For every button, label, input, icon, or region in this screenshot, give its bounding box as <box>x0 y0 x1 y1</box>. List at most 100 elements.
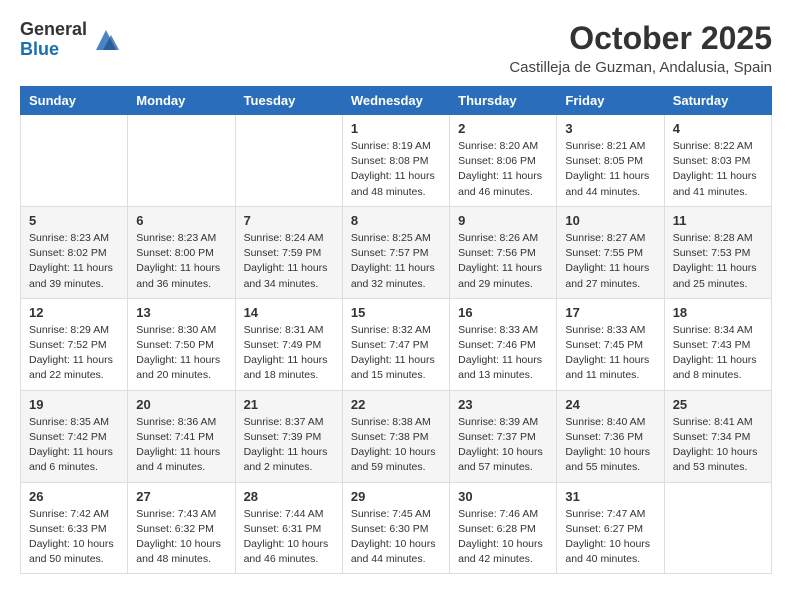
calendar-week-row: 1 Sunrise: 8:19 AM Sunset: 8:08 PM Daylig… <box>21 115 772 207</box>
day-info: Sunrise: 8:26 AM Sunset: 7:56 PM Dayligh… <box>458 231 548 292</box>
calendar-cell <box>21 115 128 207</box>
calendar-cell: 27 Sunrise: 7:43 AM Sunset: 6:32 PM Dayli… <box>128 482 235 574</box>
calendar-cell: 26Sunrise: 7:42 AM Sunset: 6:33 PM Dayli… <box>21 482 128 574</box>
page-header: General Blue October 2025 Castilleja de … <box>20 20 772 76</box>
day-info: Sunrise: 8:34 AM Sunset: 7:43 PM Dayligh… <box>673 323 763 384</box>
calendar-cell: 5 Sunrise: 8:23 AM Sunset: 8:02 PM Daylig… <box>21 206 128 298</box>
day-info: Sunrise: 8:28 AM Sunset: 7:53 PM Dayligh… <box>673 231 763 292</box>
day-number: 18 <box>673 305 763 320</box>
day-info: Sunrise: 8:30 AM Sunset: 7:50 PM Dayligh… <box>136 323 226 384</box>
calendar-cell: 8 Sunrise: 8:25 AM Sunset: 7:57 PM Daylig… <box>342 206 449 298</box>
calendar-cell: 1 Sunrise: 8:19 AM Sunset: 8:08 PM Daylig… <box>342 115 449 207</box>
day-number: 19 <box>29 397 119 412</box>
day-number: 26 <box>29 489 119 504</box>
title-block: October 2025 Castilleja de Guzman, Andal… <box>509 20 772 76</box>
day-number: 30 <box>458 489 548 504</box>
day-number: 16 <box>458 305 548 320</box>
day-info: Sunrise: 8:21 AM Sunset: 8:05 PM Dayligh… <box>565 139 655 200</box>
calendar-week-row: 12Sunrise: 8:29 AM Sunset: 7:52 PM Dayli… <box>21 298 772 390</box>
day-info: Sunrise: 8:33 AM Sunset: 7:45 PM Dayligh… <box>565 323 655 384</box>
calendar-cell: 16 Sunrise: 8:33 AM Sunset: 7:46 PM Dayli… <box>450 298 557 390</box>
day-info: Sunrise: 8:23 AM Sunset: 8:00 PM Dayligh… <box>136 231 226 292</box>
calendar-cell: 6Sunrise: 8:23 AM Sunset: 8:00 PM Daylig… <box>128 206 235 298</box>
calendar-cell: 24 Sunrise: 8:40 AM Sunset: 7:36 PM Dayli… <box>557 390 664 482</box>
weekday-header-sunday: Sunday <box>21 87 128 115</box>
day-info: Sunrise: 8:29 AM Sunset: 7:52 PM Dayligh… <box>29 323 119 384</box>
day-number: 27 <box>136 489 226 504</box>
location-title: Castilleja de Guzman, Andalusia, Spain <box>509 59 772 76</box>
day-info: Sunrise: 8:33 AM Sunset: 7:46 PM Dayligh… <box>458 323 548 384</box>
day-info: Sunrise: 8:36 AM Sunset: 7:41 PM Dayligh… <box>136 415 226 476</box>
calendar-cell: 7Sunrise: 8:24 AM Sunset: 7:59 PM Daylig… <box>235 206 342 298</box>
day-info: Sunrise: 8:27 AM Sunset: 7:55 PM Dayligh… <box>565 231 655 292</box>
calendar-cell <box>664 482 771 574</box>
calendar-cell: 13 Sunrise: 8:30 AM Sunset: 7:50 PM Dayli… <box>128 298 235 390</box>
day-info: Sunrise: 8:32 AM Sunset: 7:47 PM Dayligh… <box>351 323 441 384</box>
calendar-table: SundayMondayTuesdayWednesdayThursdayFrid… <box>20 86 772 574</box>
weekday-header-tuesday: Tuesday <box>235 87 342 115</box>
day-number: 5 <box>29 213 119 228</box>
day-info: Sunrise: 7:46 AM Sunset: 6:28 PM Dayligh… <box>458 507 548 568</box>
day-info: Sunrise: 8:40 AM Sunset: 7:36 PM Dayligh… <box>565 415 655 476</box>
calendar-cell: 14 Sunrise: 8:31 AM Sunset: 7:49 PM Dayli… <box>235 298 342 390</box>
day-number: 20 <box>136 397 226 412</box>
calendar-cell: 31 Sunrise: 7:47 AM Sunset: 6:27 PM Dayli… <box>557 482 664 574</box>
day-number: 8 <box>351 213 441 228</box>
calendar-week-row: 19 Sunrise: 8:35 AM Sunset: 7:42 PM Dayli… <box>21 390 772 482</box>
weekday-header-thursday: Thursday <box>450 87 557 115</box>
day-info: Sunrise: 8:23 AM Sunset: 8:02 PM Dayligh… <box>29 231 119 292</box>
calendar-cell: 2Sunrise: 8:20 AM Sunset: 8:06 PM Daylig… <box>450 115 557 207</box>
day-info: Sunrise: 8:31 AM Sunset: 7:49 PM Dayligh… <box>244 323 334 384</box>
day-info: Sunrise: 8:39 AM Sunset: 7:37 PM Dayligh… <box>458 415 548 476</box>
calendar-cell <box>235 115 342 207</box>
day-info: Sunrise: 8:25 AM Sunset: 7:57 PM Dayligh… <box>351 231 441 292</box>
weekday-header-wednesday: Wednesday <box>342 87 449 115</box>
day-number: 28 <box>244 489 334 504</box>
day-info: Sunrise: 8:20 AM Sunset: 8:06 PM Dayligh… <box>458 139 548 200</box>
weekday-header-monday: Monday <box>128 87 235 115</box>
day-number: 17 <box>565 305 655 320</box>
calendar-cell: 18 Sunrise: 8:34 AM Sunset: 7:43 PM Dayli… <box>664 298 771 390</box>
calendar-header: SundayMondayTuesdayWednesdayThursdayFrid… <box>21 87 772 115</box>
day-number: 1 <box>351 121 441 136</box>
calendar-cell: 15 Sunrise: 8:32 AM Sunset: 7:47 PM Dayli… <box>342 298 449 390</box>
day-info: Sunrise: 8:41 AM Sunset: 7:34 PM Dayligh… <box>673 415 763 476</box>
calendar-cell: 20 Sunrise: 8:36 AM Sunset: 7:41 PM Dayli… <box>128 390 235 482</box>
calendar-cell: 17 Sunrise: 8:33 AM Sunset: 7:45 PM Dayli… <box>557 298 664 390</box>
day-number: 25 <box>673 397 763 412</box>
calendar-cell: 30 Sunrise: 7:46 AM Sunset: 6:28 PM Dayli… <box>450 482 557 574</box>
logo-line2: Blue <box>20 40 87 60</box>
calendar-cell: 12Sunrise: 8:29 AM Sunset: 7:52 PM Dayli… <box>21 298 128 390</box>
logo: General Blue <box>20 20 121 60</box>
day-number: 15 <box>351 305 441 320</box>
day-number: 4 <box>673 121 763 136</box>
calendar-cell: 22Sunrise: 8:38 AM Sunset: 7:38 PM Dayli… <box>342 390 449 482</box>
calendar-cell: 23 Sunrise: 8:39 AM Sunset: 7:37 PM Dayli… <box>450 390 557 482</box>
calendar-body: 1 Sunrise: 8:19 AM Sunset: 8:08 PM Daylig… <box>21 115 772 574</box>
calendar-cell: 9Sunrise: 8:26 AM Sunset: 7:56 PM Daylig… <box>450 206 557 298</box>
weekday-row: SundayMondayTuesdayWednesdayThursdayFrid… <box>21 87 772 115</box>
day-number: 11 <box>673 213 763 228</box>
calendar-cell: 10Sunrise: 8:27 AM Sunset: 7:55 PM Dayli… <box>557 206 664 298</box>
day-number: 14 <box>244 305 334 320</box>
calendar-cell: 29Sunrise: 7:45 AM Sunset: 6:30 PM Dayli… <box>342 482 449 574</box>
calendar-week-row: 26Sunrise: 7:42 AM Sunset: 6:33 PM Dayli… <box>21 482 772 574</box>
day-info: Sunrise: 8:37 AM Sunset: 7:39 PM Dayligh… <box>244 415 334 476</box>
day-number: 24 <box>565 397 655 412</box>
day-info: Sunrise: 7:43 AM Sunset: 6:32 PM Dayligh… <box>136 507 226 568</box>
day-info: Sunrise: 7:47 AM Sunset: 6:27 PM Dayligh… <box>565 507 655 568</box>
day-number: 22 <box>351 397 441 412</box>
calendar-cell: 19 Sunrise: 8:35 AM Sunset: 7:42 PM Dayli… <box>21 390 128 482</box>
day-number: 13 <box>136 305 226 320</box>
day-number: 29 <box>351 489 441 504</box>
day-number: 31 <box>565 489 655 504</box>
weekday-header-saturday: Saturday <box>664 87 771 115</box>
day-info: Sunrise: 8:35 AM Sunset: 7:42 PM Dayligh… <box>29 415 119 476</box>
day-info: Sunrise: 8:19 AM Sunset: 8:08 PM Dayligh… <box>351 139 441 200</box>
day-info: Sunrise: 8:24 AM Sunset: 7:59 PM Dayligh… <box>244 231 334 292</box>
calendar-cell: 11 Sunrise: 8:28 AM Sunset: 7:53 PM Dayli… <box>664 206 771 298</box>
day-number: 23 <box>458 397 548 412</box>
day-number: 3 <box>565 121 655 136</box>
calendar-cell: 28Sunrise: 7:44 AM Sunset: 6:31 PM Dayli… <box>235 482 342 574</box>
calendar-cell: 21Sunrise: 8:37 AM Sunset: 7:39 PM Dayli… <box>235 390 342 482</box>
